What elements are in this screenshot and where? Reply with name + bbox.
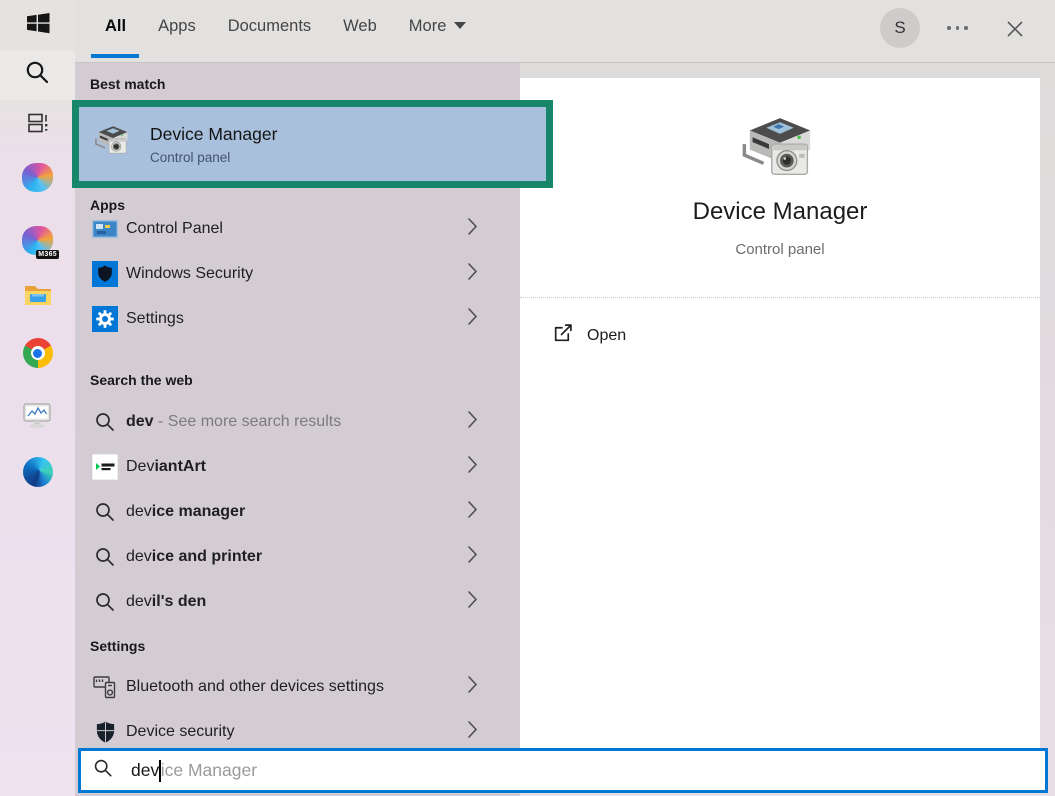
chevron-right-icon — [467, 545, 478, 569]
apps-header: Apps — [90, 197, 125, 213]
result-label: Windows Security — [126, 265, 253, 283]
search-icon — [92, 499, 118, 525]
search-typed-text: dev — [131, 760, 159, 781]
best-match-subtitle: Control panel — [150, 150, 277, 165]
chevron-right-icon — [467, 217, 478, 241]
chevron-right-icon — [467, 720, 478, 744]
result-label: devil's den — [126, 593, 206, 611]
device-manager-icon — [736, 114, 824, 193]
tab-apps[interactable]: Apps — [158, 17, 196, 36]
result-devils-den-suggestion[interactable]: devil's den — [75, 585, 520, 619]
chevron-right-icon — [467, 675, 478, 699]
search-icon — [93, 758, 113, 783]
result-web-dev[interactable]: dev - See more search results — [75, 405, 520, 439]
chevron-right-icon — [467, 590, 478, 614]
result-label: device manager — [126, 503, 245, 521]
m365-copilot-icon: M365 — [22, 226, 53, 255]
dropdown-arrow-icon — [454, 22, 466, 29]
chevron-right-icon — [467, 410, 478, 434]
close-icon — [1004, 18, 1026, 40]
filter-tabs: All Apps Documents Web More — [105, 17, 466, 36]
edge-icon — [23, 457, 53, 487]
settings-header: Settings — [90, 638, 145, 654]
chrome-button[interactable] — [0, 331, 75, 375]
m365-copilot-button[interactable]: M365 — [0, 218, 75, 262]
result-label: DeviantArt — [126, 458, 206, 476]
result-label: Device security — [126, 723, 234, 741]
result-label: dev - See more search results — [126, 413, 341, 431]
tab-all[interactable]: All — [105, 17, 126, 36]
result-label: device and printer — [126, 548, 262, 566]
result-device-and-printer-suggestion[interactable]: device and printer — [75, 540, 520, 574]
result-device-security[interactable]: Device security — [75, 715, 520, 749]
bluetooth-devices-icon — [92, 674, 118, 700]
copilot-icon — [22, 163, 53, 192]
result-windows-security[interactable]: Windows Security — [75, 257, 520, 291]
search-input[interactable]: device Manager — [78, 748, 1048, 793]
result-label: Settings — [126, 310, 184, 328]
taskbar-search-button[interactable] — [0, 50, 75, 100]
windows-logo-icon — [25, 10, 51, 41]
user-avatar[interactable]: S — [880, 8, 920, 48]
file-explorer-icon — [23, 281, 53, 313]
result-label: Bluetooth and other devices settings — [126, 678, 384, 696]
preview-subtitle: Control panel — [520, 241, 1040, 258]
tab-more[interactable]: More — [409, 17, 467, 36]
chevron-right-icon — [467, 307, 478, 331]
taskbar: M365 — [0, 0, 75, 796]
performance-monitor-button[interactable] — [0, 396, 75, 440]
performance-monitor-icon — [22, 402, 53, 434]
tab-documents[interactable]: Documents — [228, 17, 311, 36]
start-button[interactable] — [0, 0, 75, 50]
task-view-button[interactable] — [0, 100, 75, 150]
chevron-right-icon — [467, 262, 478, 286]
chevron-right-icon — [467, 455, 478, 479]
deviantart-icon — [92, 454, 118, 480]
result-label: Control Panel — [126, 220, 223, 238]
preview-panel: Device Manager Control panel Open — [520, 78, 1040, 748]
device-manager-icon — [92, 124, 134, 165]
search-icon — [92, 409, 118, 435]
result-device-manager-suggestion[interactable]: device manager — [75, 495, 520, 529]
best-match-header: Best match — [90, 76, 165, 92]
windows-security-icon — [92, 261, 118, 287]
open-external-icon — [552, 323, 573, 349]
result-control-panel[interactable]: Control Panel — [75, 212, 520, 246]
search-icon — [24, 59, 51, 91]
annotation-box: Device Manager Control panel — [72, 100, 553, 188]
preview-title: Device Manager — [520, 198, 1040, 226]
settings-gear-icon — [92, 306, 118, 332]
file-explorer-button[interactable] — [0, 275, 75, 319]
device-security-shield-icon — [92, 719, 118, 745]
best-match-result-device-manager[interactable]: Device Manager Control panel — [79, 107, 546, 181]
tab-web[interactable]: Web — [343, 17, 377, 36]
chevron-right-icon — [467, 500, 478, 524]
close-button[interactable] — [1002, 16, 1028, 42]
m365-badge: M365 — [36, 250, 59, 259]
result-deviantart[interactable]: DeviantArt — [75, 450, 520, 484]
edge-button[interactable] — [0, 450, 75, 494]
open-action[interactable]: Open — [520, 316, 1040, 356]
search-header: All Apps Documents Web More S — [75, 0, 1055, 63]
best-match-title: Device Manager — [150, 124, 277, 145]
copilot-button[interactable] — [0, 155, 75, 199]
result-bluetooth-settings[interactable]: Bluetooth and other devices settings — [75, 670, 520, 704]
open-label: Open — [587, 327, 626, 345]
search-icon — [92, 589, 118, 615]
best-match-text: Device Manager Control panel — [150, 124, 277, 165]
search-icon — [92, 544, 118, 570]
preview-divider — [520, 297, 1040, 298]
result-settings[interactable]: Settings — [75, 302, 520, 336]
more-options-icon[interactable] — [947, 26, 968, 30]
task-view-icon — [25, 110, 51, 141]
web-header: Search the web — [90, 372, 193, 388]
search-inline-suggestion: ice Manager — [161, 760, 257, 781]
control-panel-icon — [92, 216, 118, 242]
chrome-icon — [23, 338, 53, 368]
